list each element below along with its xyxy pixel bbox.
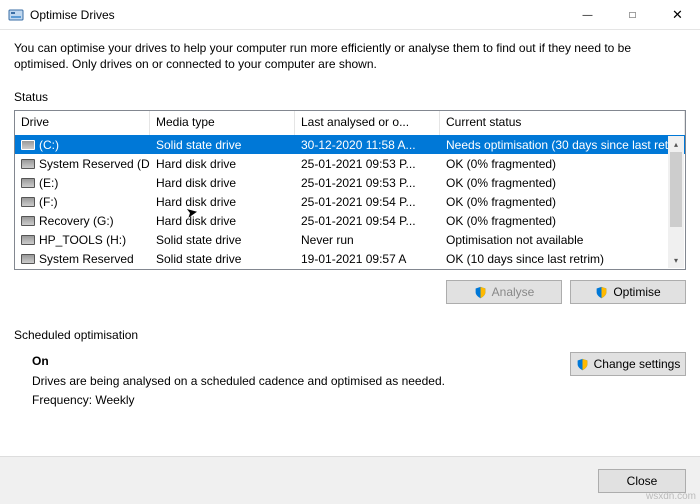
drive-name: HP_TOOLS (H:) — [39, 233, 126, 247]
cell-last: 25-01-2021 09:54 P... — [295, 195, 440, 209]
cell-media: Solid state drive — [150, 138, 295, 152]
shield-icon — [474, 286, 487, 299]
scrollbar[interactable]: ▴ ▾ — [668, 136, 684, 268]
cell-status: OK (10 days since last retrim) — [440, 252, 685, 266]
maximize-button[interactable]: □ — [610, 0, 655, 30]
cell-drive: (F:) — [15, 195, 150, 209]
bottom-bar: Close — [0, 456, 700, 504]
drive-name: System Reserved (D:) — [39, 157, 150, 171]
optimise-label: Optimise — [613, 285, 660, 299]
table-row[interactable]: (C:) Solid state drive30-12-2020 11:58 A.… — [15, 135, 685, 154]
cell-media: Solid state drive — [150, 233, 295, 247]
minimize-button[interactable]: — — [565, 0, 610, 30]
scheduled-state: On — [32, 354, 49, 368]
table-row[interactable]: (E:) Hard disk drive25-01-2021 09:53 P...… — [15, 173, 685, 192]
cell-drive: Recovery (G:) — [15, 214, 150, 228]
table-row[interactable]: System Reserved Solid state drive19-01-20… — [15, 249, 685, 268]
cell-last: 19-01-2021 09:57 A — [295, 252, 440, 266]
table-header: Drive Media type Last analysed or o... C… — [15, 111, 685, 135]
shield-icon — [595, 286, 608, 299]
scroll-thumb[interactable] — [670, 152, 682, 227]
cell-last: 25-01-2021 09:53 P... — [295, 157, 440, 171]
drive-icon — [21, 178, 35, 188]
drive-icon — [21, 159, 35, 169]
status-label: Status — [14, 90, 686, 104]
cell-media: Hard disk drive — [150, 195, 295, 209]
analyse-label: Analyse — [492, 285, 535, 299]
optimise-button[interactable]: Optimise — [570, 280, 686, 304]
drive-name: (F:) — [39, 195, 58, 209]
close-window-button[interactable]: ✕ — [655, 0, 700, 30]
col-drive-header[interactable]: Drive — [15, 111, 150, 135]
cell-media: Hard disk drive — [150, 176, 295, 190]
scroll-track[interactable] — [668, 152, 684, 252]
col-status-header[interactable]: Current status — [440, 111, 685, 135]
cell-status: OK (0% fragmented) — [440, 176, 685, 190]
drive-name: (E:) — [39, 176, 58, 190]
cell-last: 30-12-2020 11:58 A... — [295, 138, 440, 152]
cell-status: OK (0% fragmented) — [440, 195, 685, 209]
cell-drive: (E:) — [15, 176, 150, 190]
col-last-header[interactable]: Last analysed or o... — [295, 111, 440, 135]
cell-drive: System Reserved — [15, 252, 150, 266]
cell-status: OK (0% fragmented) — [440, 157, 685, 171]
drive-icon — [21, 216, 35, 226]
cell-last: 25-01-2021 09:54 P... — [295, 214, 440, 228]
table-row[interactable]: System Reserved (D:)Hard disk drive25-01… — [15, 154, 685, 173]
drive-icon — [21, 140, 35, 150]
scroll-down-button[interactable]: ▾ — [668, 252, 684, 268]
cell-media: Solid state drive — [150, 252, 295, 266]
change-settings-label: Change settings — [594, 357, 681, 371]
window-title: Optimise Drives — [30, 8, 565, 22]
scheduled-frequency: Frequency: Weekly — [32, 393, 135, 407]
table-row[interactable]: Recovery (G:) Hard disk drive25-01-2021 0… — [15, 211, 685, 230]
cell-last: 25-01-2021 09:53 P... — [295, 176, 440, 190]
table-body: (C:)Solid state drive30-12-2020 11:58 A.… — [15, 135, 685, 269]
titlebar: Optimise Drives — □ ✕ — [0, 0, 700, 30]
analyse-button[interactable]: Analyse — [446, 280, 562, 304]
drive-name: System Reserved — [39, 252, 134, 266]
cell-drive: (C:) — [15, 138, 150, 152]
intro-text: You can optimise your drives to help you… — [14, 40, 686, 72]
cell-status: Optimisation not available — [440, 233, 685, 247]
close-button[interactable]: Close — [598, 469, 686, 493]
table-row[interactable]: (F:) Hard disk drive25-01-2021 09:54 P...… — [15, 192, 685, 211]
close-label: Close — [627, 474, 658, 488]
drive-icon — [21, 235, 35, 245]
table-row[interactable]: HP_TOOLS (H:) Solid state driveNever runO… — [15, 230, 685, 249]
change-settings-button[interactable]: Change settings — [570, 352, 686, 376]
drive-name: Recovery (G:) — [39, 214, 114, 228]
scheduled-section-label: Scheduled optimisation — [14, 328, 686, 342]
window-controls: — □ ✕ — [565, 0, 700, 29]
cell-drive: System Reserved (D:) — [15, 157, 150, 171]
cell-media: Hard disk drive — [150, 157, 295, 171]
col-media-header[interactable]: Media type — [150, 111, 295, 135]
drive-icon — [21, 254, 35, 264]
scheduled-text: On Drives are being analysed on a schedu… — [32, 352, 570, 410]
scheduled-desc: Drives are being analysed on a scheduled… — [32, 374, 445, 388]
scroll-up-button[interactable]: ▴ — [668, 136, 684, 152]
drives-table: Drive Media type Last analysed or o... C… — [14, 110, 686, 270]
cell-media: Hard disk drive — [150, 214, 295, 228]
shield-icon — [576, 358, 589, 371]
drive-name: (C:) — [39, 138, 59, 152]
app-icon — [8, 7, 24, 23]
drive-icon — [21, 197, 35, 207]
cell-status: OK (0% fragmented) — [440, 214, 685, 228]
cell-status: Needs optimisation (30 days since last r… — [440, 138, 685, 152]
cell-drive: HP_TOOLS (H:) — [15, 233, 150, 247]
cell-last: Never run — [295, 233, 440, 247]
